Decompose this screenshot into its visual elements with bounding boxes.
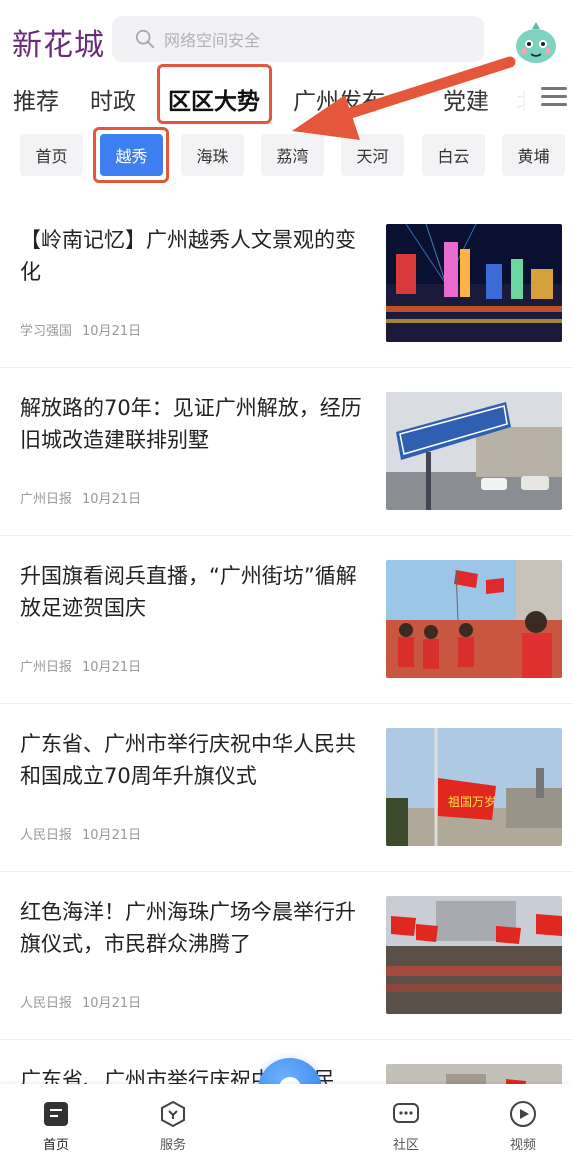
nav-home[interactable]: 首页 xyxy=(26,1100,86,1153)
bottom-nav: 首页 服务 社区 视频 xyxy=(0,1084,572,1172)
search-placeholder: 网络空间安全 xyxy=(164,31,261,50)
street-sign-image xyxy=(386,392,562,510)
news-source: 人民日报 xyxy=(20,828,73,843)
news-date: 10月21日 xyxy=(82,660,142,675)
news-title[interactable]: 解放路的70年：见证广州解放，经历旧城改造建联排别墅 xyxy=(20,392,370,456)
nav-service[interactable]: 服务 xyxy=(143,1100,203,1153)
plaza-crowd-image xyxy=(386,896,562,1014)
news-date: 10月21日 xyxy=(82,492,142,507)
news-thumbnail[interactable] xyxy=(386,224,562,342)
district-chip-tianhe[interactable]: 天河 xyxy=(341,134,404,176)
highlight-box-tab xyxy=(157,64,272,124)
news-thumbnail[interactable] xyxy=(386,560,562,678)
news-title[interactable]: 红色海洋！广州海珠广场今晨举行升旗仪式，市民群众沸腾了 xyxy=(20,896,370,960)
news-thumbnail[interactable] xyxy=(386,896,562,1014)
image-caption: 祖国万岁 xyxy=(448,794,496,809)
news-meta: 学习强国 10月21日 xyxy=(20,320,141,339)
news-source: 学习强国 xyxy=(20,324,73,339)
news-item[interactable]: 红色海洋！广州海珠广场今晨举行升旗仪式，市民群众沸腾了 人民日报 10月21日 xyxy=(0,872,572,1040)
news-meta: 人民日报 10月21日 xyxy=(20,992,141,1011)
tab-fade xyxy=(480,80,530,116)
hamburger-menu-icon[interactable] xyxy=(541,87,567,107)
tab-politics[interactable]: 时政 xyxy=(90,82,136,116)
app-header: 新花城 网络空间安全 xyxy=(0,0,572,76)
news-item[interactable]: 【岭南记忆】广州越秀人文景观的变化 学习强国 10月21日 xyxy=(0,200,572,368)
service-icon xyxy=(161,1100,185,1128)
news-item[interactable]: 广东省、广州市举行庆祝中华人民共和国成立70周年升旗仪式 人民日报 10月21日 … xyxy=(0,704,572,872)
news-source: 广州日报 xyxy=(20,660,73,675)
home-icon xyxy=(44,1102,68,1126)
nav-label: 视频 xyxy=(509,1138,536,1153)
night-city-image xyxy=(386,224,562,342)
news-date: 10月21日 xyxy=(82,828,142,843)
district-chip-home[interactable]: 首页 xyxy=(20,134,83,176)
district-chip-haizhu[interactable]: 海珠 xyxy=(181,134,244,176)
tab-guangzhou-release[interactable]: 广州发布 xyxy=(293,82,385,116)
nav-video[interactable]: 视频 xyxy=(493,1100,553,1153)
district-chip-liwan[interactable]: 荔湾 xyxy=(261,134,324,176)
app-logo[interactable]: 新花城 xyxy=(12,20,105,64)
flag-raising-image: 祖国万岁 xyxy=(386,728,562,846)
nav-community[interactable]: 社区 xyxy=(376,1100,436,1153)
video-play-icon xyxy=(510,1101,536,1127)
district-chip-baiyun[interactable]: 白云 xyxy=(422,134,485,176)
news-source: 广州日报 xyxy=(20,492,73,507)
cartoon-avatar-icon[interactable] xyxy=(512,18,560,66)
news-date: 10月21日 xyxy=(82,324,142,339)
nav-label: 社区 xyxy=(392,1138,419,1153)
news-meta: 广州日报 10月21日 xyxy=(20,488,141,507)
search-bar[interactable]: 网络空间安全 xyxy=(112,16,484,62)
news-date: 10月21日 xyxy=(82,996,142,1011)
news-meta: 广州日报 10月21日 xyxy=(20,656,141,675)
news-title[interactable]: 升国旗看阅兵直播，“广州街坊”循解放足迹贺国庆 xyxy=(20,560,370,624)
tab-recommend[interactable]: 推荐 xyxy=(13,82,59,116)
highlight-box-district xyxy=(93,127,169,183)
district-chip-huangpu[interactable]: 黄埔 xyxy=(502,134,565,176)
news-title[interactable]: 【岭南记忆】广州越秀人文景观的变化 xyxy=(20,224,370,288)
news-meta: 人民日报 10月21日 xyxy=(20,824,141,843)
nav-label: 服务 xyxy=(159,1138,186,1153)
crowd-flags-image xyxy=(386,560,562,678)
community-icon xyxy=(393,1103,419,1123)
news-item[interactable]: 升国旗看阅兵直播，“广州街坊”循解放足迹贺国庆 广州日报 10月21日 xyxy=(0,536,572,704)
news-thumbnail[interactable]: 祖国万岁 xyxy=(386,728,562,846)
news-source: 人民日报 xyxy=(20,996,73,1011)
search-icon xyxy=(135,29,155,49)
news-title[interactable]: 广东省、广州市举行庆祝中华人民共和国成立70周年升旗仪式 xyxy=(20,728,370,792)
news-thumbnail[interactable] xyxy=(386,392,562,510)
news-item[interactable]: 解放路的70年：见证广州解放，经历旧城改造建联排别墅 广州日报 10月21日 xyxy=(0,368,572,536)
nav-label: 首页 xyxy=(42,1138,69,1153)
